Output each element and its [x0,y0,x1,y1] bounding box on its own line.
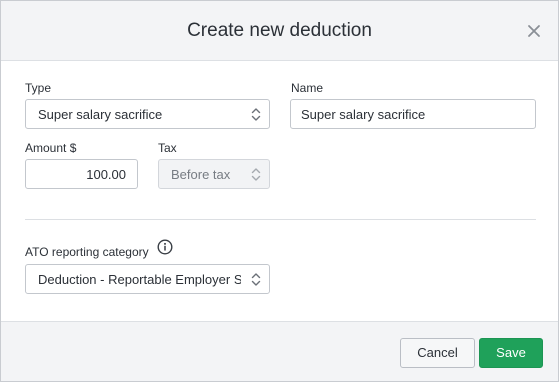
section-divider [25,219,536,220]
select-chevron-icon [251,168,261,181]
ato-category-select[interactable]: Deduction - Reportable Employer Super Co… [25,264,270,294]
tax-select-value: Before tax [171,167,231,182]
type-select[interactable]: Super salary sacrifice [25,99,270,129]
name-input[interactable] [290,99,536,129]
dialog-header: Create new deduction [1,1,558,61]
type-select-value: Super salary sacrifice [38,107,163,122]
cancel-button[interactable]: Cancel [400,338,475,368]
tax-select: Before tax [158,159,270,189]
select-chevron-icon [251,108,261,121]
dialog-footer: Cancel Save [1,321,558,381]
ato-category-label: ATO reporting category [25,245,149,259]
name-label: Name [291,81,324,95]
tax-label: Tax [158,141,177,155]
ato-category-select-value: Deduction - Reportable Employer Super Co… [38,272,241,287]
save-button[interactable]: Save [479,338,543,368]
amount-input[interactable] [25,159,138,189]
type-label: Type [25,81,52,95]
create-deduction-dialog: Create new deduction Type Super salary s… [0,0,559,382]
close-icon[interactable] [526,23,542,39]
amount-label: Amount $ [25,141,77,155]
info-icon[interactable] [157,239,173,255]
dialog-title: Create new deduction [187,20,372,41]
select-chevron-icon [251,273,261,286]
